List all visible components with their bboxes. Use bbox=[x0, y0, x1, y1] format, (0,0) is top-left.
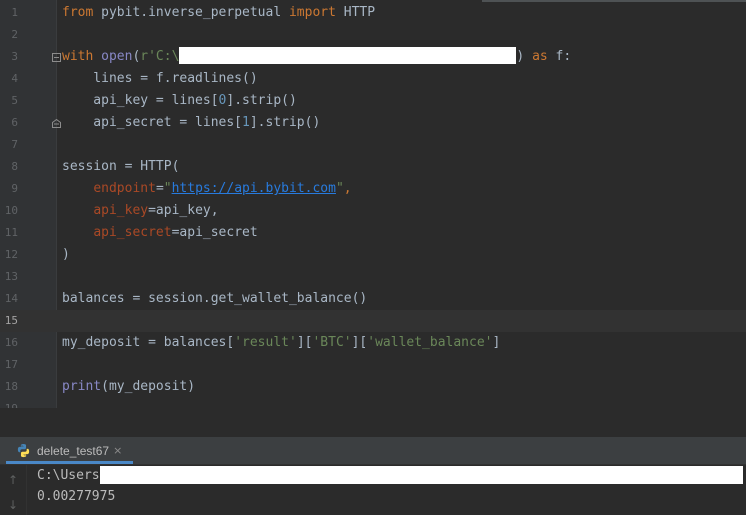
code-text: print(my_deposit) bbox=[62, 379, 196, 394]
code-text: balances = session.get_wallet_balance() bbox=[62, 291, 368, 306]
line-number: 18 bbox=[4, 380, 18, 393]
code-line[interactable]: 6 api_secret = lines[1].strip() bbox=[0, 112, 746, 134]
builtin-print: print bbox=[62, 379, 102, 394]
import-name: HTTP bbox=[335, 5, 376, 20]
redacted-path bbox=[99, 465, 743, 484]
redacted-path bbox=[179, 47, 517, 64]
code-text: session = HTTP( bbox=[62, 159, 180, 174]
arrow-down-icon[interactable]: ↓ bbox=[6, 498, 20, 512]
code-line[interactable]: 13 bbox=[0, 266, 746, 288]
builtin-open: open bbox=[101, 49, 133, 64]
keyword-argument: endpoint bbox=[93, 181, 156, 196]
code-text: api_secret=api_secret bbox=[93, 225, 258, 240]
line-number: 12 bbox=[4, 248, 18, 261]
url-link[interactable]: https://api.bybit.com bbox=[172, 181, 336, 196]
fold-end-icon[interactable] bbox=[52, 119, 61, 128]
code-text: api_key=api_key, bbox=[93, 203, 219, 218]
run-tool-window-header: delete_test67 × bbox=[0, 437, 746, 465]
line-number: 7 bbox=[11, 138, 18, 151]
python-icon bbox=[17, 443, 30, 458]
code-line[interactable]: 18 print(my_deposit) bbox=[0, 376, 746, 398]
console-output-value: 0.00277975 bbox=[37, 489, 116, 504]
panel-divider[interactable] bbox=[0, 411, 746, 437]
console-path-prefix: C:\Users bbox=[37, 468, 100, 483]
line-number: 14 bbox=[4, 292, 18, 305]
keyword-with: with bbox=[62, 49, 94, 64]
number-literal: 1 bbox=[242, 115, 250, 130]
line-number: 8 bbox=[11, 160, 18, 173]
code-line[interactable]: 4 lines = f.readlines() bbox=[0, 68, 746, 90]
line-number: 11 bbox=[4, 226, 18, 239]
arrow-up-icon[interactable]: ↑ bbox=[6, 473, 20, 487]
line-number: 10 bbox=[4, 204, 18, 217]
code-line[interactable]: 8 session = HTTP( bbox=[0, 156, 746, 178]
code-text: api_secret = lines[1].strip() bbox=[62, 115, 321, 130]
keyword-from: from bbox=[62, 5, 94, 20]
code-line[interactable]: 7 bbox=[0, 134, 746, 156]
string-literal: r'C:\ bbox=[140, 49, 180, 64]
code-editor[interactable]: 1 from pybit.inverse_perpetual import HT… bbox=[0, 0, 746, 411]
run-console[interactable]: ↑ ↓ C:\Users 0.00277975 bbox=[0, 465, 746, 515]
line-number: 16 bbox=[4, 336, 18, 349]
line-number: 5 bbox=[11, 94, 18, 107]
fold-open-icon[interactable] bbox=[52, 53, 61, 62]
line-number: 4 bbox=[11, 72, 18, 85]
code-line[interactable]: 10 api_key=api_key, bbox=[0, 200, 746, 222]
code-text: lines = f.readlines() bbox=[62, 71, 258, 86]
code-line[interactable]: 12 ) bbox=[0, 244, 746, 266]
code-text: api_key = lines[0].strip() bbox=[62, 93, 297, 108]
line-number: 9 bbox=[11, 182, 18, 195]
close-icon[interactable]: × bbox=[113, 444, 122, 457]
code-text: with open(r'C:\) as f: bbox=[62, 47, 572, 64]
code-line[interactable]: 3 with open(r'C:\) as f: bbox=[0, 46, 746, 68]
code-text: endpoint="https://api.bybit.com", bbox=[93, 181, 352, 196]
line-number: 17 bbox=[4, 358, 18, 371]
code-line[interactable]: 14 balances = session.get_wallet_balance… bbox=[0, 288, 746, 310]
code-line[interactable]: 16 my_deposit = balances['result']['BTC'… bbox=[0, 332, 746, 354]
line-number: 2 bbox=[11, 28, 18, 41]
run-tab[interactable]: delete_test67 × bbox=[0, 437, 122, 464]
line-number: 6 bbox=[11, 116, 18, 129]
keyword-argument: api_key bbox=[93, 203, 149, 218]
line-number: 13 bbox=[4, 270, 18, 283]
code-line[interactable]: 2 bbox=[0, 24, 746, 46]
code-line-current[interactable]: 15 bbox=[0, 310, 746, 332]
keyword-argument: api_secret bbox=[93, 225, 172, 240]
code-line[interactable]: 1 from pybit.inverse_perpetual import HT… bbox=[0, 2, 746, 24]
code-text: ) bbox=[62, 247, 70, 262]
run-tab-label: delete_test67 bbox=[37, 443, 110, 458]
line-number: 15 bbox=[4, 314, 18, 327]
keyword-import: import bbox=[288, 5, 336, 20]
code-line[interactable]: 5 api_key = lines[0].strip() bbox=[0, 90, 746, 112]
code-text: my_deposit = balances['result']['BTC']['… bbox=[62, 335, 501, 350]
line-number: 3 bbox=[11, 50, 18, 63]
line-number: 1 bbox=[11, 6, 18, 19]
active-tab-indicator bbox=[6, 461, 133, 464]
code-line[interactable]: 17 bbox=[0, 354, 746, 376]
console-toolbar: ↑ ↓ bbox=[0, 465, 27, 515]
code-line[interactable]: 9 endpoint="https://api.bybit.com", bbox=[0, 178, 746, 200]
module-name: pybit.inverse_perpetual bbox=[93, 5, 289, 20]
code-line[interactable]: 11 api_secret=api_secret bbox=[0, 222, 746, 244]
keyword-as: as bbox=[532, 49, 548, 64]
console-output-line: C:\Users bbox=[37, 465, 743, 486]
code-text: from pybit.inverse_perpetual import HTTP bbox=[62, 2, 375, 24]
